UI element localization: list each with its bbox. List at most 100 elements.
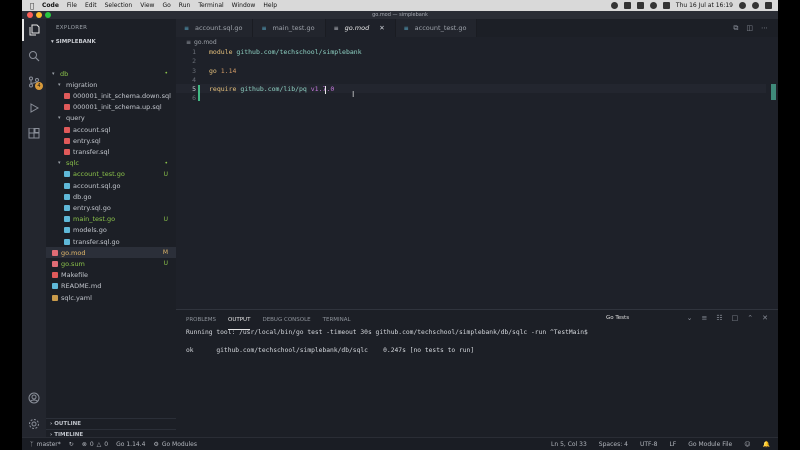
wifi-icon[interactable] [649,2,657,9]
menu-edit[interactable]: Edit [85,2,97,9]
menu-run[interactable]: Run [179,2,191,9]
search-view-button[interactable] [22,45,46,67]
close-window-button[interactable] [27,12,33,18]
tree-item[interactable]: db.go [46,191,176,202]
indentation[interactable]: Spaces: 4 [599,441,628,448]
tab-terminal[interactable]: TERMINAL [323,310,351,330]
problems-counter[interactable]: ⊗ 0 △ 0 [82,441,108,448]
source-control-button[interactable]: 4 [22,71,46,93]
chevron-down-icon[interactable]: ⌄ [687,314,693,322]
tree-item[interactable]: 000001_init_schema.down.sql [46,90,176,101]
maximize-panel-icon[interactable]: □ [732,314,739,322]
tree-item[interactable]: ▾ migration [46,79,176,90]
lock-scroll-icon[interactable]: ☷ [716,314,722,322]
clear-output-icon[interactable]: ≡ [701,314,707,322]
user-icon[interactable] [752,2,759,9]
accounts-button[interactable] [22,387,46,409]
tab-problems[interactable]: PROBLEMS [186,310,216,330]
go-version[interactable]: Go 1.14.4 [116,441,145,448]
tree-item[interactable]: entry.sql [46,135,176,146]
tree-item[interactable]: transfer.sql.go [46,236,176,247]
zoom-window-button[interactable] [45,12,51,18]
chevron-up-icon[interactable]: ⌃ [747,314,753,322]
end-of-line[interactable]: LF [669,441,676,448]
tree-item[interactable]: transfer.sql [46,146,176,157]
cursor-position[interactable]: Ln 5, Col 33 [551,441,587,448]
sql-file-icon [64,104,70,111]
encoding[interactable]: UTF-8 [640,441,658,448]
tree-item[interactable]: account.sql.go [46,180,176,191]
menubar-clock[interactable]: Thu 16 Jul at 16:19 [676,2,733,9]
run-debug-button[interactable] [22,97,46,119]
app-tray-icon[interactable] [636,2,644,9]
split-editor-icon[interactable]: ◫ [746,24,753,32]
sync-button[interactable]: ↻ [69,441,74,448]
minimap-slider[interactable] [771,84,776,100]
tree-item[interactable]: ▾ sqlc • [46,158,176,169]
mod-file-icon [52,249,58,256]
sum-file-icon [52,260,58,267]
tab-output[interactable]: OUTPUT [228,310,251,330]
record-icon[interactable] [610,2,618,9]
branch-icon: ᛉ [30,440,34,448]
control-center-icon[interactable] [765,2,772,9]
tree-item[interactable]: go.sum U [46,258,176,269]
menu-window[interactable]: Window [232,2,256,9]
minimize-window-button[interactable] [36,12,42,18]
language-mode[interactable]: Go Module File [688,441,732,448]
menu-app-name[interactable]: Code [42,2,59,9]
open-changes-icon[interactable]: ⧉ [733,24,738,33]
menu-view[interactable]: View [140,2,154,9]
outline-section[interactable]: › OUTLINE [46,418,176,429]
tab-account-test-go[interactable]: ≡ account_test.go [395,19,478,37]
chevron-right-icon: › [50,421,53,427]
explorer-button[interactable] [22,19,46,41]
menu-help[interactable]: Help [263,2,277,9]
tree-item[interactable]: 000001_init_schema.up.sql [46,102,176,113]
tree-item[interactable]: main_test.go U [46,214,176,225]
extensions-button[interactable] [22,123,46,145]
apple-icon[interactable]:  [28,2,36,10]
tree-item[interactable]: README.md [46,281,176,292]
tab-label: main_test.go [272,24,315,32]
tree-item[interactable]: models.go [46,225,176,236]
tree-item[interactable]: ▾ query [46,113,176,124]
tab-account-sql-go[interactable]: ≡ account.sql.go [176,19,254,37]
menu-go[interactable]: Go [162,2,170,9]
sync-icon: ↻ [68,440,74,448]
tree-item-label: Makefile [61,271,89,280]
dropbox-icon[interactable] [623,2,631,9]
close-icon[interactable]: ✕ [379,24,384,32]
make-file-icon [52,272,58,279]
tree-item[interactable]: Makefile [46,270,176,281]
menu-selection[interactable]: Selection [105,2,133,9]
output-channel-select[interactable]: Go Tests [606,315,629,321]
tab-go-mod[interactable]: ≡ go.mod ✕ [325,19,396,37]
keyword: module [209,47,233,56]
tree-item[interactable]: account.sql [46,124,176,135]
tab-main-test-go[interactable]: ≡ main_test.go [253,19,326,37]
manage-button[interactable] [22,413,46,435]
notifications-icon[interactable]: 🔔 [763,441,770,448]
breadcrumb[interactable]: ≡ go.mod [176,37,778,47]
code-editor[interactable]: 1 module github.com/techschool/simpleban… [176,47,778,309]
battery-icon[interactable] [662,2,670,9]
close-icon[interactable]: ✕ [762,314,768,322]
module-path: github.com/techschool/simplebank [232,47,362,56]
line-number: 6 [192,93,196,102]
menu-file[interactable]: File [67,2,77,9]
tree-item[interactable]: account_test.go U [46,169,176,180]
git-branch[interactable]: ᛉ master* [30,441,61,448]
tree-item[interactable]: sqlc.yaml [46,292,176,303]
tree-item[interactable]: go.mod M [46,247,176,259]
tree-item[interactable]: ▾ db • [46,68,176,79]
menu-terminal[interactable]: Terminal [198,2,223,9]
project-root[interactable]: ▾ SIMPLEBANK [46,37,176,48]
go-modules-status[interactable]: ⚙ Go Modules [153,441,197,448]
tree-item[interactable]: entry.sql.go [46,202,176,213]
more-actions-icon[interactable]: ⋯ [761,24,768,32]
search-icon[interactable] [739,2,746,9]
feedback-icon[interactable]: ☺ [744,441,750,448]
tab-debug-console[interactable]: DEBUG CONSOLE [262,310,310,330]
bottom-panel: PROBLEMS OUTPUT DEBUG CONSOLE TERMINAL G… [176,309,778,437]
